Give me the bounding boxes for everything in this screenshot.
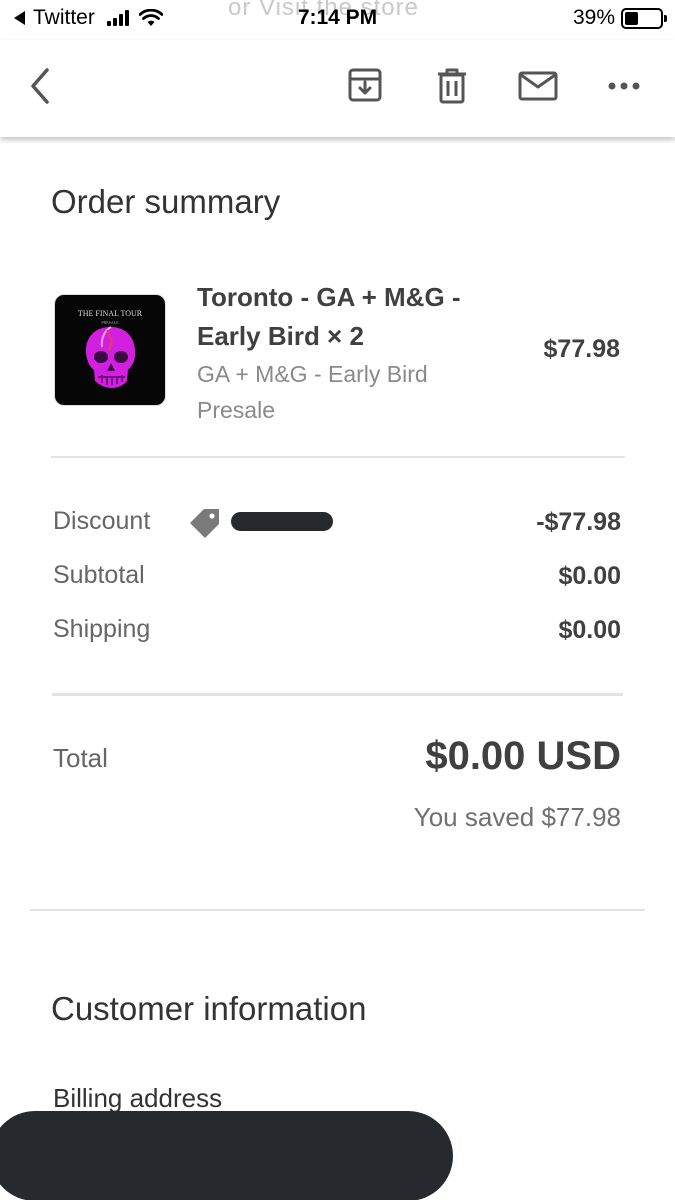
redacted-billing-address bbox=[0, 1111, 453, 1200]
product-thumbnail: THE FINAL TOUR PRESALE bbox=[54, 294, 166, 406]
battery-level-fill bbox=[625, 11, 639, 25]
discount-value: -$77.98 bbox=[536, 508, 621, 536]
savings-text: You saved $77.98 bbox=[413, 802, 621, 832]
subtotal-label: Subtotal bbox=[53, 561, 145, 589]
product-price: $77.98 bbox=[543, 335, 620, 363]
shipping-value: $0.00 bbox=[558, 616, 621, 644]
status-bar: or Visit the store Twitter 7:14 PM 39% bbox=[0, 0, 675, 40]
email-toolbar bbox=[0, 40, 675, 137]
discount-label: Discount bbox=[53, 507, 151, 535]
back-arrow-icon bbox=[31, 68, 49, 104]
customer-information-title: Customer information bbox=[51, 990, 367, 1027]
more-icon bbox=[608, 82, 640, 90]
mail-icon bbox=[518, 71, 558, 101]
archive-icon bbox=[348, 68, 382, 102]
delete-button[interactable] bbox=[430, 64, 474, 108]
subtotal-value: $0.00 bbox=[558, 562, 621, 590]
email-body: Order summary THE FINAL TOUR PRESALE Tor… bbox=[0, 137, 675, 1200]
discount-tag-icon bbox=[190, 509, 219, 538]
order-summary-title: Order summary bbox=[51, 183, 281, 220]
mark-unread-button[interactable] bbox=[516, 64, 560, 108]
battery-icon bbox=[621, 7, 667, 29]
product-name: Toronto - GA + M&G - Early Bird × 2 bbox=[197, 282, 461, 351]
more-options-button[interactable] bbox=[602, 64, 646, 108]
redacted-discount-code bbox=[231, 512, 333, 531]
battery-status: 39% bbox=[572, 6, 667, 30]
totals-divider bbox=[52, 693, 623, 696]
archive-button[interactable] bbox=[343, 64, 387, 108]
product-variant: GA + M&G - Early Bird Presale bbox=[197, 361, 428, 423]
total-label: Total bbox=[53, 743, 108, 773]
billing-address-label: Billing address bbox=[53, 1083, 223, 1113]
section-divider bbox=[30, 909, 645, 911]
trash-icon bbox=[438, 68, 466, 104]
item-divider bbox=[51, 456, 625, 458]
back-button[interactable] bbox=[18, 64, 62, 108]
total-value: $0.00 USD bbox=[425, 734, 621, 778]
battery-percent: 39% bbox=[572, 6, 615, 29]
skull-artwork bbox=[85, 326, 136, 388]
shipping-label: Shipping bbox=[53, 615, 151, 643]
